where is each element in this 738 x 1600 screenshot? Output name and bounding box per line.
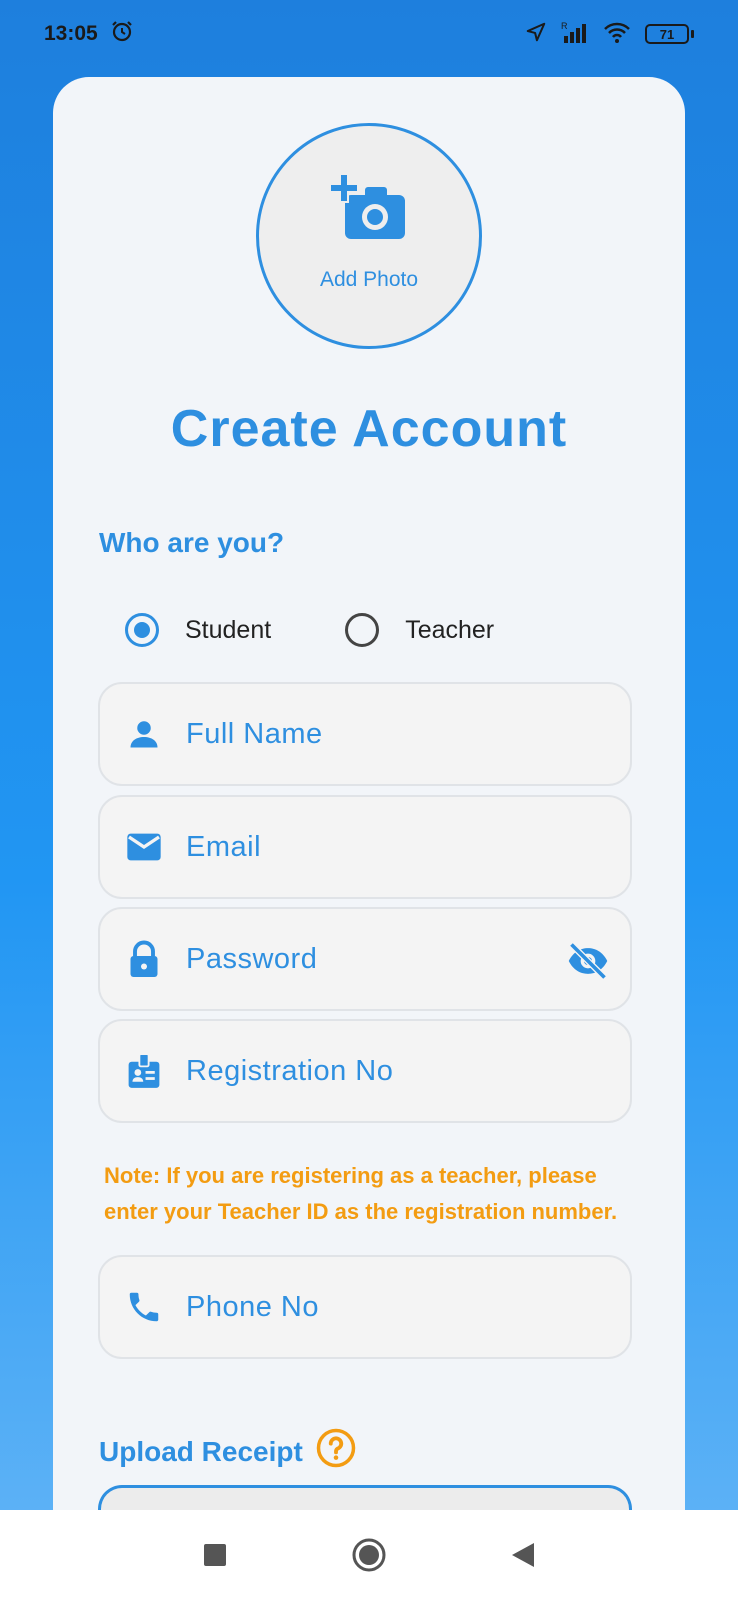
radio-option-student[interactable]: Student xyxy=(125,613,271,647)
phone-icon xyxy=(122,1285,166,1329)
phone-placeholder: Phone No xyxy=(186,1290,319,1323)
upload-receipt-label: Upload Receipt xyxy=(99,1435,303,1467)
registration-field[interactable]: Registration No xyxy=(98,1019,632,1123)
help-icon[interactable] xyxy=(315,1427,357,1476)
phone-field[interactable]: Phone No xyxy=(98,1255,632,1359)
page-title: Create Account xyxy=(170,400,568,458)
role-question: Who are you? xyxy=(99,527,285,558)
wifi-icon xyxy=(603,21,631,48)
registration-placeholder: Registration No xyxy=(186,1054,394,1087)
full-name-field[interactable]: Full Name xyxy=(98,682,632,786)
email-placeholder: Email xyxy=(186,830,262,863)
person-icon xyxy=(122,712,166,756)
add-photo-label: Add Photo xyxy=(319,267,419,291)
teacher-radio[interactable] xyxy=(345,613,380,647)
radio-option-teacher[interactable]: Teacher xyxy=(345,613,494,647)
add-a-photo-icon xyxy=(331,174,407,248)
status-left: 13:05 xyxy=(44,19,134,49)
status-right: R 71 xyxy=(525,20,694,49)
location-arrow-icon xyxy=(525,21,547,48)
teacher-note: Note: If you are registering as a teache… xyxy=(104,1163,618,1224)
radio-label-teacher: Teacher xyxy=(405,615,495,644)
password-field[interactable]: Password xyxy=(98,907,632,1011)
svg-text:R: R xyxy=(561,21,568,31)
badge-icon xyxy=(122,1049,166,1093)
email-field[interactable]: Email xyxy=(98,795,632,899)
radio-label-student: Student xyxy=(185,615,272,644)
add-photo-button[interactable]: Add Photo xyxy=(256,123,482,349)
status-bar: 13:05 R 71 xyxy=(0,0,738,68)
signup-card: Add Photo Create Account Who are you? St… xyxy=(53,77,685,1565)
battery-tip xyxy=(691,30,694,38)
lock-icon xyxy=(122,937,166,981)
alarm-icon xyxy=(110,19,134,49)
upload-receipt-heading: Upload Receipt xyxy=(99,1427,357,1476)
visibility-off-icon[interactable] xyxy=(566,939,610,983)
student-radio[interactable] xyxy=(125,613,159,647)
full-name-placeholder: Full Name xyxy=(186,717,323,750)
signal-icon: R xyxy=(561,20,589,49)
role-radio-group: Student Teacher xyxy=(125,613,494,647)
status-time: 13:05 xyxy=(44,22,98,45)
email-icon xyxy=(122,825,166,869)
back-button[interactable] xyxy=(500,1532,546,1578)
home-button[interactable] xyxy=(346,1532,392,1578)
battery-level: 71 xyxy=(645,24,689,44)
password-placeholder: Password xyxy=(186,942,318,975)
recents-button[interactable] xyxy=(192,1532,238,1578)
battery-icon: 71 xyxy=(645,24,694,44)
navigation-bar xyxy=(0,1510,738,1600)
